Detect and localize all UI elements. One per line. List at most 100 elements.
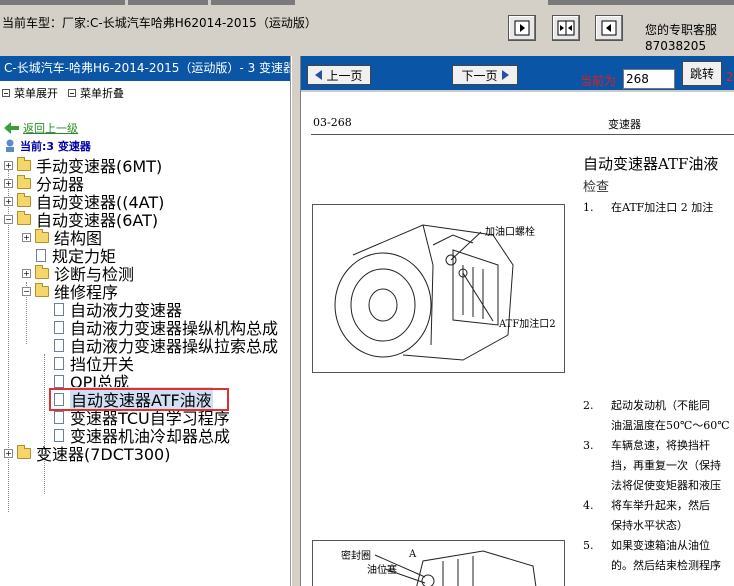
viewer-toolbar: 上一页 下一页 当前为 268 跳转 2 [301, 56, 734, 92]
current-location-label: 当前:3 变速器 [20, 140, 91, 153]
figure-callout: 油位塞 [367, 565, 397, 576]
expand-toggle-icon[interactable]: + [4, 448, 13, 458]
step-number: 3. [583, 439, 594, 452]
top-tab-strip [211, 0, 295, 5]
step-text: 起动发动机（不能同 [611, 399, 710, 412]
step-text: 车辆怠速，将换挡杆 [611, 439, 710, 452]
tree-line [44, 354, 45, 494]
document-icon [54, 302, 64, 316]
prev-page-button[interactable]: 上一页 [307, 65, 371, 85]
procedure-step: 1. 在ATF加注口 2 加注 [583, 198, 713, 218]
step-number: 4. [583, 499, 594, 512]
procedure-step: 5. 如果变速箱油从油位 的。然后结束检测程序 [583, 536, 721, 576]
step-number: 2. [583, 399, 594, 412]
step-text: 将车举升起来，然后 [611, 499, 710, 512]
header-rule [311, 134, 734, 135]
figure-callout: 加油口螺栓 [485, 227, 535, 238]
expand-icon [2, 89, 10, 97]
folder-icon [35, 228, 49, 243]
collapse-toggle-icon[interactable]: − [4, 214, 13, 224]
transmission-figure: 加油口螺栓 ATF加注口2 [312, 204, 565, 373]
document-icon [54, 410, 64, 424]
folder-icon [17, 174, 31, 189]
page-number: 03-268 [313, 116, 352, 129]
open-folder-icon [17, 210, 31, 225]
expand-toggle-icon[interactable]: + [22, 268, 31, 278]
customer-service: 您的专职客服 87038205 [645, 22, 717, 54]
show-right-only-button[interactable] [508, 15, 536, 41]
folder-icon [35, 264, 49, 279]
procedure-step: 3. 车辆怠速，将换挡杆 挡，再重复一次（保持 法将促使变矩器和液压 [583, 436, 721, 496]
top-tab-strip [0, 0, 125, 5]
document-icon [54, 428, 64, 442]
panel-right-icon [514, 20, 530, 36]
current-page-label: 当前为 [580, 74, 617, 88]
total-pages-fragment: 2 [726, 70, 734, 84]
page-section: 变速器 [608, 118, 641, 131]
step-text: 如果变速箱油从油位 [611, 539, 710, 552]
panel-split-icon [557, 20, 575, 36]
document-page: 03-268 变速器 自动变速器ATF油液 检查 加油口螺栓 ATF加注口2 1… [301, 94, 734, 586]
collapse-all-label: 菜单折叠 [80, 87, 124, 100]
document-icon [54, 320, 64, 334]
expand-toggle-icon[interactable]: + [22, 232, 31, 242]
collapse-all-button[interactable]: 菜单折叠 [68, 85, 124, 101]
back-up-link[interactable]: 返回上一级 [4, 119, 78, 137]
panel-left-icon [601, 20, 617, 36]
document-title: 自动变速器ATF油液 [583, 155, 719, 173]
document-viewer: 上一页 下一页 当前为 268 跳转 2 03-268 变速器 自动变速器ATF… [301, 56, 734, 586]
step-text: 法将促使变矩器和液压 [611, 479, 721, 492]
left-panel-header: C-长城汽车-哈弗H6-2014-2015（运动版）- 3 变速器. [0, 56, 290, 81]
folder-icon [17, 156, 31, 171]
step-text: 油温温度在50℃～60℃ [611, 419, 730, 432]
expand-toggle-icon[interactable]: + [4, 196, 13, 206]
selection-highlight-box [49, 388, 229, 411]
procedure-step: 4. 将车举升起来，然后 保持水平状态） [583, 496, 710, 536]
figure-callout: ATF加注口2 [499, 319, 556, 330]
tree-item[interactable]: + 变速器(7DCT300) [4, 444, 171, 464]
back-arrow-icon [4, 122, 19, 134]
show-left-only-button[interactable] [595, 15, 623, 41]
folder-icon [17, 192, 31, 207]
service-number: 87038205 [645, 39, 707, 53]
expand-toggle-icon[interactable]: + [4, 160, 13, 170]
collapse-icon [68, 89, 76, 97]
expand-all-label: 菜单展开 [14, 87, 58, 100]
left-navigation-panel: C-长城汽车-哈弗H6-2014-2015（运动版）- 3 变速器. 菜单展开 … [0, 56, 291, 586]
oil-level-plug-figure: 密封圈 油位塞 A [312, 540, 565, 586]
document-subtitle: 检查 [583, 180, 610, 195]
step-number: 5. [583, 539, 594, 552]
tree-item-label: 变速器(7DCT300) [36, 445, 171, 464]
step-text: 保持水平状态） [611, 519, 688, 532]
arrow-left-icon [315, 70, 323, 80]
figure-callout: A [409, 549, 417, 560]
step-text: 在ATF加注口 2 加注 [611, 201, 714, 214]
document-icon [36, 248, 46, 262]
collapse-toggle-icon[interactable]: − [22, 286, 31, 296]
figure-callout: 密封圈 [341, 551, 371, 562]
expand-toggle-icon[interactable]: + [4, 178, 13, 188]
arrow-right-icon [501, 70, 509, 80]
document-icon [54, 356, 64, 370]
top-bar: 当前车型：厂家:C-长城汽车哈弗H62014-2015（运动版） 您的专职客服 … [0, 0, 734, 56]
folder-icon [17, 444, 31, 459]
step-text: 的。然后结束检测程序 [611, 559, 721, 572]
back-up-label: 返回上一级 [23, 122, 78, 135]
car-model-title: 当前车型：厂家:C-长城汽车哈弗H62014-2015（运动版） [2, 16, 317, 30]
prev-page-label: 上一页 [326, 68, 363, 83]
panel-splitter[interactable] [291, 56, 301, 586]
show-both-panels-button[interactable] [552, 15, 580, 41]
step-text: 挡，再重复一次（保持 [611, 459, 721, 472]
expand-all-button[interactable]: 菜单展开 [2, 85, 58, 101]
next-page-button[interactable]: 下一页 [452, 65, 518, 85]
open-folder-icon [35, 282, 49, 297]
document-icon [54, 338, 64, 352]
next-page-label: 下一页 [461, 68, 498, 83]
document-icon [54, 374, 64, 388]
page-number-input[interactable]: 268 [623, 69, 675, 89]
menu-controls: 菜单展开 菜单折叠 [2, 85, 124, 101]
jump-button[interactable]: 跳转 [682, 61, 722, 86]
location-icon [6, 139, 14, 152]
procedure-step: 2. 起动发动机（不能同 油温温度在50℃～60℃ [583, 396, 730, 436]
top-tab-strip [548, 0, 734, 5]
